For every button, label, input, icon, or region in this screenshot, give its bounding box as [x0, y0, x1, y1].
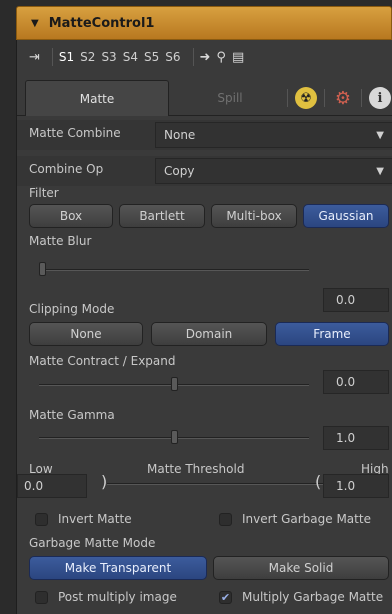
filter-multibox-button[interactable]: Multi-box [211, 204, 297, 228]
control-panel: ⇥ S1 S2 S3 S4 S5 S6 ➜ ⚲ ▤ Matte Spill ☢ … [16, 40, 392, 614]
matte-blur-value[interactable]: 0.0 [323, 288, 389, 312]
filter-box-button[interactable]: Box [29, 204, 113, 228]
tab-icon-group: ☢ ⚙ i [287, 84, 392, 112]
toolbar: ⇥ S1 S2 S3 S4 S5 S6 ➜ ⚲ ▤ [17, 40, 392, 74]
checkmark-icon: ✔ [219, 590, 232, 604]
post-multiply-checkbox[interactable]: Post multiply image [35, 590, 177, 604]
filter-label: Filter [29, 186, 59, 200]
clipping-frame-button[interactable]: Frame [275, 322, 389, 346]
matte-gamma-thumb[interactable] [171, 430, 178, 444]
slot-s1[interactable]: S1 [59, 50, 74, 64]
slot-s4[interactable]: S4 [123, 50, 138, 64]
contract-expand-thumb[interactable] [171, 377, 178, 391]
tab-bar: Matte Spill ☢ ⚙ i [17, 74, 392, 116]
radiation-icon[interactable]: ☢ [295, 87, 317, 109]
tool-title: MatteControl1 [48, 15, 155, 31]
filter-gaussian-button[interactable]: Gaussian [303, 204, 389, 228]
checkbox-box [35, 512, 48, 526]
settings-gear-icon[interactable]: ⚙ [332, 87, 354, 109]
tool-header[interactable]: ▼ MatteControl1 [16, 6, 392, 40]
threshold-low-handle[interactable]: ) [101, 472, 107, 491]
collapse-triangle-icon[interactable]: ▼ [31, 18, 39, 29]
tab-divider [324, 89, 325, 107]
combine-op-value: Copy [164, 164, 195, 178]
post-multiply-label: Post multiply image [58, 590, 177, 604]
arrow-right-icon[interactable]: ➜ [200, 50, 211, 65]
threshold-low-value[interactable]: 0.0 [17, 474, 87, 498]
info-icon[interactable]: i [369, 87, 391, 109]
invert-matte-checkbox[interactable]: Invert Matte [35, 512, 132, 526]
tab-spill[interactable]: Spill [175, 80, 285, 116]
tab-divider [287, 89, 288, 107]
matte-gamma-value[interactable]: 1.0 [323, 426, 389, 450]
filter-bartlett-button[interactable]: Bartlett [119, 204, 205, 228]
matte-gamma-label: Matte Gamma [29, 408, 115, 422]
checkbox-box [219, 512, 232, 526]
pick-icon[interactable]: ⚲ [216, 50, 226, 65]
contract-expand-label: Matte Contract / Expand [29, 354, 176, 368]
invert-garbage-label: Invert Garbage Matte [242, 512, 371, 526]
dropdown-arrow-icon: ▼ [376, 165, 384, 177]
multiply-garbage-checkbox[interactable]: ✔ Multiply Garbage Matte [219, 590, 383, 604]
make-solid-button[interactable]: Make Solid [213, 556, 389, 580]
clipping-mode-label: Clipping Mode [29, 302, 115, 316]
slot-s5[interactable]: S5 [144, 50, 159, 64]
make-transparent-button[interactable]: Make Transparent [29, 556, 207, 580]
pin-icon[interactable]: ⇥ [29, 50, 40, 65]
threshold-label: Matte Threshold [147, 462, 245, 476]
matte-blur-slider[interactable] [39, 269, 309, 271]
clipping-none-button[interactable]: None [29, 322, 143, 346]
tab-matte[interactable]: Matte [25, 80, 169, 116]
checkbox-box [35, 590, 48, 604]
toolbar-separator [192, 48, 194, 66]
matte-combine-label: Matte Combine [29, 126, 121, 140]
matte-combine-value: None [164, 128, 196, 142]
invert-matte-label: Invert Matte [58, 512, 132, 526]
slot-s3[interactable]: S3 [101, 50, 116, 64]
invert-garbage-checkbox[interactable]: Invert Garbage Matte [219, 512, 371, 526]
matte-blur-thumb[interactable] [39, 262, 46, 276]
threshold-high-value[interactable]: 1.0 [323, 474, 389, 498]
threshold-high-handle[interactable]: ( [315, 472, 321, 491]
save-icon[interactable]: ▤ [232, 50, 244, 65]
dropdown-arrow-icon: ▼ [376, 129, 384, 141]
combine-op-label: Combine Op [29, 162, 104, 176]
threshold-range-slider[interactable] [107, 483, 333, 485]
garbage-mode-label: Garbage Matte Mode [29, 536, 156, 550]
toolbar-separator [51, 48, 53, 66]
tab-divider [361, 89, 362, 107]
slot-s6[interactable]: S6 [165, 50, 180, 64]
matte-blur-label: Matte Blur [29, 234, 92, 248]
multiply-garbage-label: Multiply Garbage Matte [242, 590, 384, 604]
combine-op-dropdown[interactable]: Copy ▼ [155, 158, 392, 184]
slot-s2[interactable]: S2 [80, 50, 95, 64]
contract-expand-value[interactable]: 0.0 [323, 370, 389, 394]
clipping-domain-button[interactable]: Domain [151, 322, 267, 346]
matte-combine-dropdown[interactable]: None ▼ [155, 122, 392, 148]
